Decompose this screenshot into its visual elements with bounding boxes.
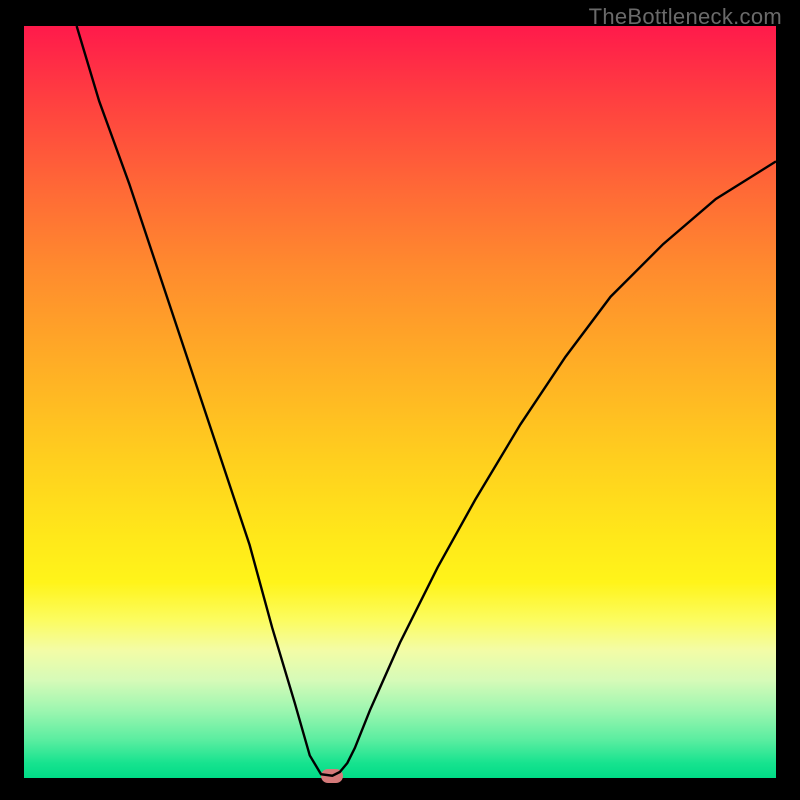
bottleneck-curve: [24, 26, 776, 778]
watermark-text: TheBottleneck.com: [589, 4, 782, 30]
chart-frame: TheBottleneck.com: [0, 0, 800, 800]
curve-path: [77, 26, 776, 776]
